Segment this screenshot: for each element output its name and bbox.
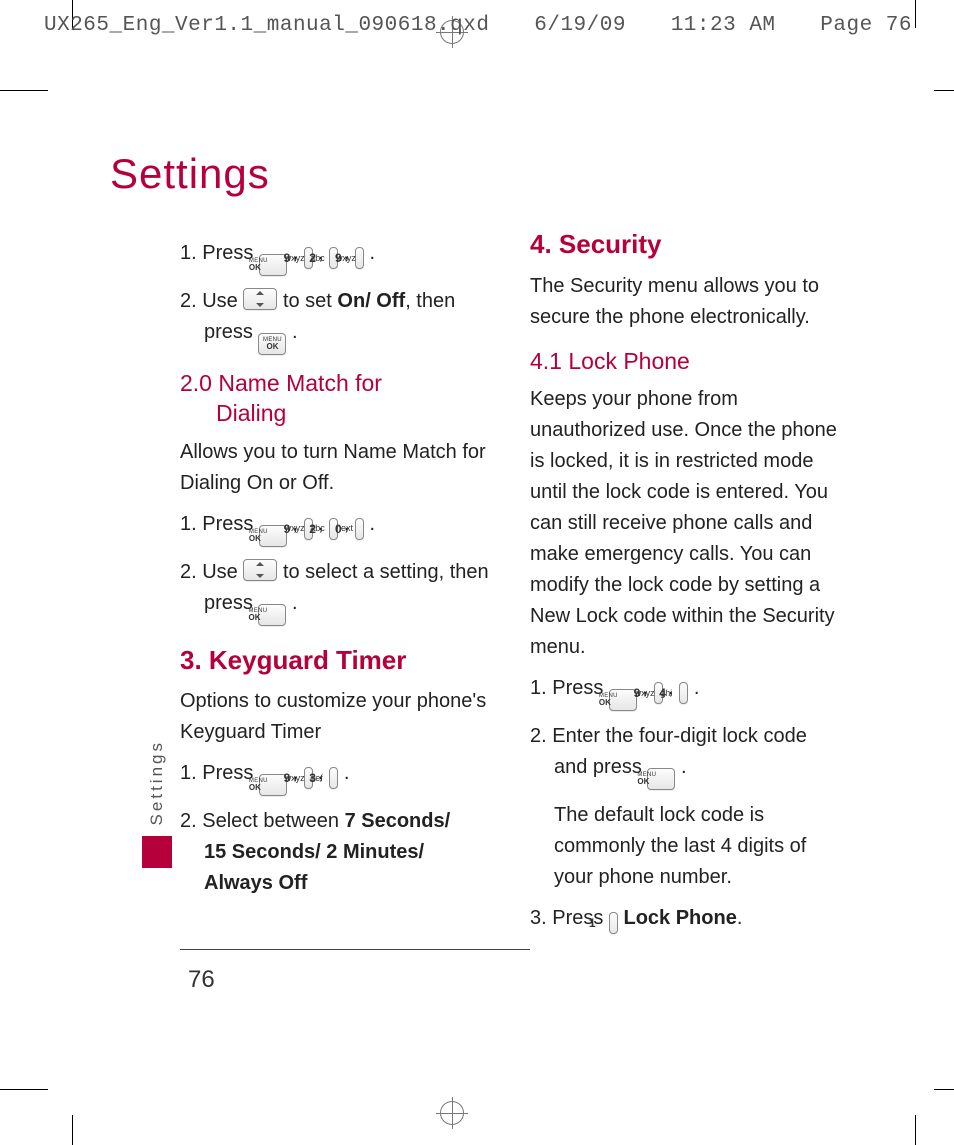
paragraph: The Security menu allows you to secure t… (530, 271, 840, 333)
menu-ok-key-icon: MENUOK (259, 774, 287, 796)
nav-up-down-key-icon (243, 559, 277, 581)
paragraph: Options to customize your phone's Keygua… (180, 686, 490, 748)
prepress-header: UX265_Eng_Ver1.1_manual_090618.qxd 6/19/… (44, 14, 912, 37)
side-tab-label: Settings (147, 740, 167, 825)
side-tab-marker (142, 836, 172, 868)
key-0-icon: 0next (355, 518, 364, 540)
key-1-icon: 1 (609, 912, 618, 934)
prepress-date: 6/19/09 (534, 14, 626, 37)
paragraph: The default lock code is commonly the la… (530, 800, 840, 893)
paragraph: Allows you to turn Name Match for Dialin… (180, 437, 490, 499)
key-9-icon: 9wxyz (355, 247, 364, 269)
left-column: 1. Press MENUOK , 9wxyz , 2abc , 9wxyz .… (180, 228, 490, 944)
key-4-icon: 4ghi (679, 682, 688, 704)
menu-ok-key-icon: MENUOK (258, 333, 286, 355)
prepress-time: 11:23 AM (671, 14, 776, 37)
footer-rule (180, 949, 530, 950)
page-number: 76 (188, 966, 215, 994)
prepress-page: Page 76 (820, 14, 912, 37)
page-title: Settings (110, 150, 870, 198)
registration-mark-icon (440, 1101, 464, 1125)
menu-ok-key-icon: MENUOK (609, 689, 637, 711)
menu-ok-key-icon: MENUOK (258, 604, 286, 626)
nav-up-down-key-icon (243, 288, 277, 310)
prepress-filename: UX265_Eng_Ver1.1_manual_090618.qxd (44, 14, 489, 37)
key-3-icon: 3def (329, 767, 338, 789)
menu-ok-key-icon: MENUOK (259, 254, 287, 276)
heading-security: 4. Security (530, 228, 840, 261)
right-column: 4. Security The Security menu allows you… (530, 228, 840, 944)
heading-lock-phone: 4.1 Lock Phone (530, 347, 840, 377)
menu-ok-key-icon: MENUOK (259, 525, 287, 547)
menu-ok-key-icon: MENUOK (647, 768, 675, 790)
section-side-tab: Settings (142, 740, 172, 868)
heading-keyguard-timer: 3. Keyguard Timer (180, 644, 490, 677)
paragraph: Keeps your phone from unauthorized use. … (530, 384, 840, 663)
heading-name-match: 2.0 Name Match for Dialing (180, 369, 490, 429)
